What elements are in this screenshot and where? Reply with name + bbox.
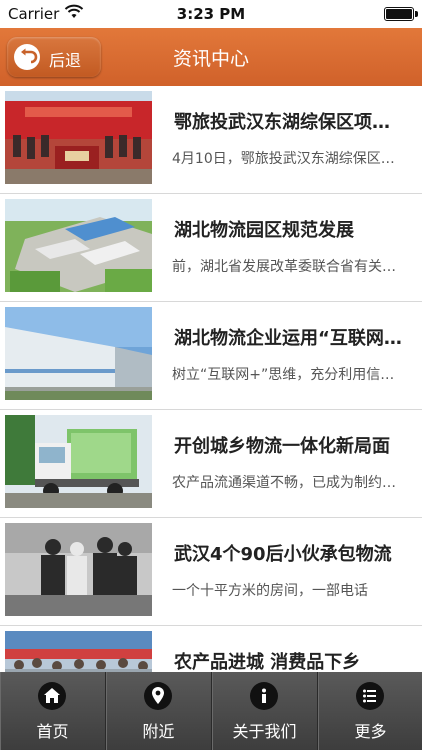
news-thumbnail bbox=[5, 631, 152, 672]
clock: 3:23 PM bbox=[176, 5, 246, 23]
news-item[interactable]: 湖北物流园区规范发展 前，湖北省发展改革委联合省有关部门 bbox=[0, 194, 422, 302]
news-list: 鄂旅投武汉东湖综保区项目开工 4月10日，鄂旅投武汉东湖综保区项目正式开工 湖北… bbox=[0, 86, 422, 672]
news-title: 鄂旅投武汉东湖综保区项目开工 bbox=[174, 112, 406, 133]
news-title: 湖北物流园区规范发展 bbox=[174, 220, 354, 241]
news-thumbnail bbox=[5, 415, 152, 508]
nav-bar: 后退 资讯中心 bbox=[0, 28, 422, 86]
news-thumbnail bbox=[5, 523, 152, 616]
news-summary: 农产品流通渠道不畅，已成为制约发展的瓶颈 bbox=[172, 475, 404, 491]
news-title: 湖北物流企业运用“互联网+” bbox=[174, 328, 406, 349]
tab-nearby[interactable]: 附近 bbox=[106, 672, 212, 750]
news-title: 武汉4个90后小伙承包物流 bbox=[174, 544, 392, 565]
status-bar: Carrier 3:23 PM bbox=[0, 0, 422, 28]
news-title: 农产品进城 消费品下乡 bbox=[174, 652, 361, 672]
tab-label: 关于我们 bbox=[232, 722, 297, 741]
news-title: 开创城乡物流一体化新局面 bbox=[174, 436, 390, 457]
news-summary: 前，湖北省发展改革委联合省有关部门 bbox=[172, 259, 404, 275]
news-item[interactable]: 鄂旅投武汉东湖综保区项目开工 4月10日，鄂旅投武汉东湖综保区项目正式开工 bbox=[0, 86, 422, 194]
news-item[interactable]: 开创城乡物流一体化新局面 农产品流通渠道不畅，已成为制约发展的瓶颈 bbox=[0, 410, 422, 518]
news-item[interactable]: 农产品进城 消费品下乡 bbox=[0, 626, 422, 672]
tab-about-us[interactable]: 关于我们 bbox=[212, 672, 318, 750]
info-icon bbox=[250, 682, 278, 710]
tab-home[interactable]: 首页 bbox=[0, 672, 106, 750]
location-pin-icon bbox=[144, 682, 172, 710]
news-thumbnail bbox=[5, 91, 152, 184]
tab-more[interactable]: 更多 bbox=[318, 672, 422, 750]
home-icon bbox=[38, 682, 66, 710]
tab-label: 首页 bbox=[36, 722, 69, 741]
news-item[interactable]: 武汉4个90后小伙承包物流 一个十平方米的房间，一部电话 bbox=[0, 518, 422, 626]
tab-label: 更多 bbox=[354, 722, 387, 741]
tab-label: 附近 bbox=[142, 722, 175, 741]
battery-icon bbox=[384, 7, 418, 21]
news-item[interactable]: 湖北物流企业运用“互联网+” 树立“互联网+”思维，充分利用信息技术 bbox=[0, 302, 422, 410]
news-summary: 树立“互联网+”思维，充分利用信息技术 bbox=[172, 367, 404, 383]
page-title: 资讯中心 bbox=[172, 48, 249, 70]
news-thumbnail bbox=[5, 199, 152, 292]
news-summary: 一个十平方米的房间，一部电话 bbox=[172, 583, 368, 599]
list-icon bbox=[356, 682, 384, 710]
news-thumbnail bbox=[5, 307, 152, 400]
tab-bar: 首页 附近 关于我们 更多 bbox=[0, 672, 422, 750]
news-summary: 4月10日，鄂旅投武汉东湖综保区项目正式开工 bbox=[172, 151, 404, 167]
